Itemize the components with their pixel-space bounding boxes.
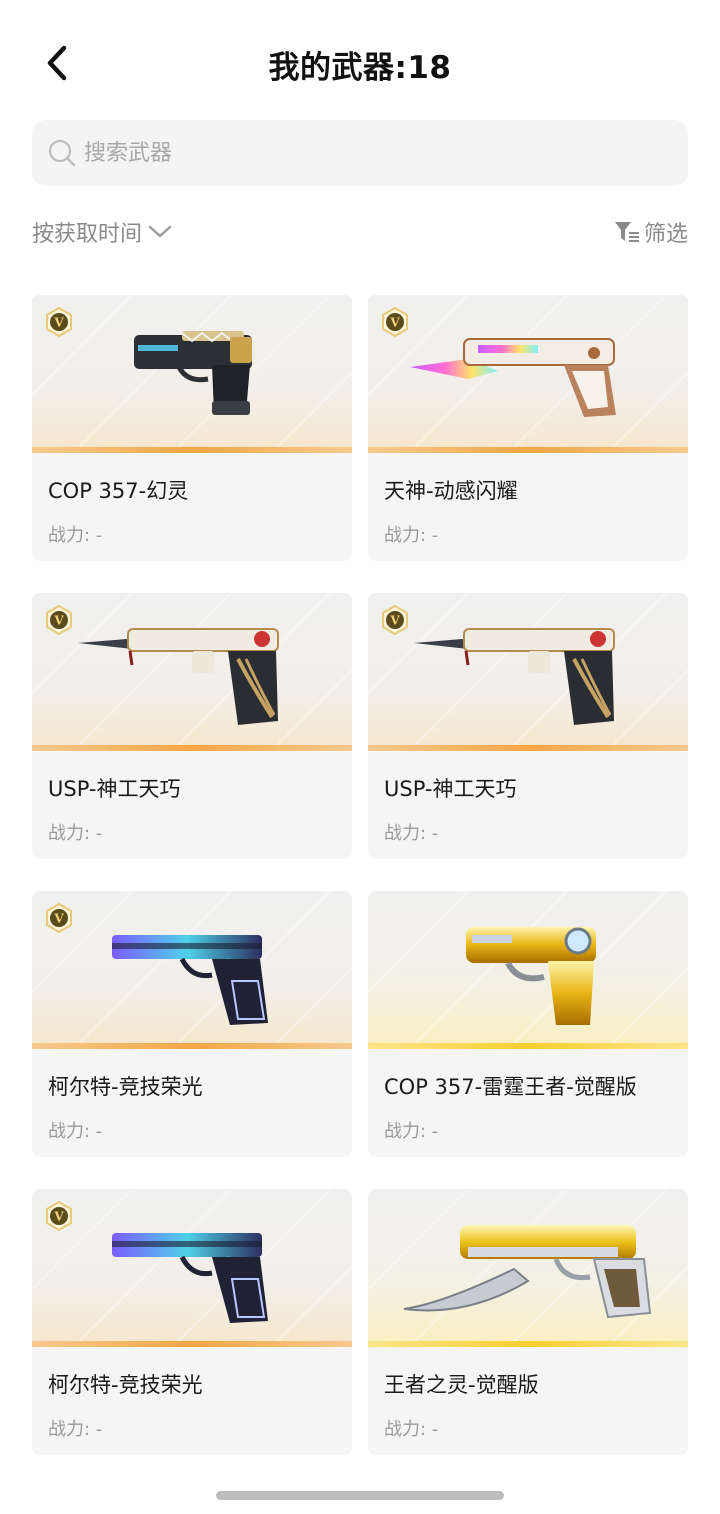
svg-text:V: V: [53, 614, 64, 628]
weapon-card[interactable]: 王者之灵-觉醒版 战力: -: [368, 1189, 688, 1455]
svg-text:V: V: [53, 1210, 64, 1224]
page-title: 我的武器:18: [268, 50, 452, 86]
weapon-card[interactable]: V 柯尔特-竞技荣光 战力: -: [32, 1189, 352, 1455]
v-badge-icon: V: [44, 307, 74, 337]
filter-icon: [614, 220, 640, 244]
chevron-down-icon: [148, 225, 172, 239]
svg-text:V: V: [53, 316, 64, 330]
weapons-page: 我的武器:18 按获取时间: [0, 0, 720, 1514]
rarity-stripe: [32, 745, 352, 751]
filter-label: 筛选: [643, 222, 688, 247]
v-badge-icon: V: [380, 307, 410, 337]
weapon-power: 战力: -: [384, 1419, 439, 1440]
weapon-card[interactable]: V USP-神工天巧 战力: -: [32, 593, 352, 859]
weapon-name: 柯尔特-竞技荣光: [48, 1373, 203, 1397]
v-badge-icon: V: [44, 903, 74, 933]
header: 我的武器:18: [0, 0, 720, 128]
v-badge-icon: V: [44, 605, 74, 635]
weapon-power: 战力: -: [48, 1121, 103, 1142]
rarity-stripe: [32, 1341, 352, 1347]
weapon-name: 柯尔特-竞技荣光: [48, 1075, 203, 1099]
rarity-stripe: [368, 447, 688, 453]
sort-filter-row: 按获取时间 筛选: [32, 216, 688, 260]
sort-dropdown[interactable]: 按获取时间: [32, 216, 172, 248]
rarity-stripe: [32, 447, 352, 453]
svg-text:V: V: [389, 614, 400, 628]
v-badge-icon: V: [44, 1201, 74, 1231]
weapon-card[interactable]: V 天神-动感闪耀 战力: -: [368, 295, 688, 561]
search-bar[interactable]: [32, 120, 688, 186]
weapon-image-area: [368, 1189, 688, 1347]
rarity-stripe: [368, 745, 688, 751]
weapon-king-spirit-icon: [403, 1225, 652, 1319]
weapon-image-area: V: [32, 593, 352, 751]
weapon-cop357-icon: [134, 331, 252, 415]
weapon-image-area: V: [32, 891, 352, 1049]
rarity-stripe: [368, 1341, 688, 1347]
weapon-image-area: V: [368, 295, 688, 453]
weapon-cop357-gold-icon: [466, 927, 596, 1025]
v-badge-icon: V: [380, 605, 410, 635]
weapon-name: 天神-动感闪耀: [384, 479, 518, 503]
rarity-stripe: [368, 1043, 688, 1049]
weapon-image-area: [368, 891, 688, 1049]
weapon-usp-icon: [78, 628, 279, 725]
weapon-card[interactable]: COP 357-雷霆王者-觉醒版 战力: -: [368, 891, 688, 1157]
weapon-card[interactable]: V COP 357-幻灵 战力: -: [32, 295, 352, 561]
weapon-power: 战力: -: [48, 525, 103, 546]
weapon-colt-icon: [112, 935, 268, 1025]
svg-text:V: V: [53, 912, 64, 926]
weapon-image-area: V: [368, 593, 688, 751]
weapon-name: USP-神工天巧: [48, 777, 181, 801]
weapon-power: 战力: -: [384, 525, 439, 546]
weapon-usp-icon: [414, 628, 615, 725]
weapon-name: 王者之灵-觉醒版: [384, 1373, 539, 1397]
weapon-image-area: V: [32, 295, 352, 453]
weapon-grid: V COP 357-幻灵 战力: - V 天神-动感闪耀 战力: - V USP…: [32, 295, 688, 1455]
home-indicator[interactable]: [216, 1491, 504, 1500]
search-input[interactable]: [84, 140, 644, 166]
weapon-power: 战力: -: [48, 823, 103, 844]
filter-button[interactable]: 筛选: [614, 216, 688, 248]
weapon-power: 战力: -: [384, 1121, 439, 1142]
rarity-stripe: [32, 1043, 352, 1049]
weapon-colt-icon: [112, 1233, 268, 1323]
weapon-card[interactable]: V USP-神工天巧 战力: -: [368, 593, 688, 859]
sort-label: 按获取时间: [32, 222, 143, 247]
search-icon: [48, 139, 76, 167]
weapon-card[interactable]: V 柯尔特-竞技荣光 战力: -: [32, 891, 352, 1157]
weapon-name: COP 357-幻灵: [48, 479, 189, 503]
weapon-power: 战力: -: [48, 1419, 103, 1440]
weapon-image-area: V: [32, 1189, 352, 1347]
weapon-name: USP-神工天巧: [384, 777, 517, 801]
weapon-power: 战力: -: [384, 823, 439, 844]
weapon-name: COP 357-雷霆王者-觉醒版: [384, 1075, 637, 1099]
weapon-deagle-icon: [410, 338, 616, 417]
svg-text:V: V: [389, 316, 400, 330]
